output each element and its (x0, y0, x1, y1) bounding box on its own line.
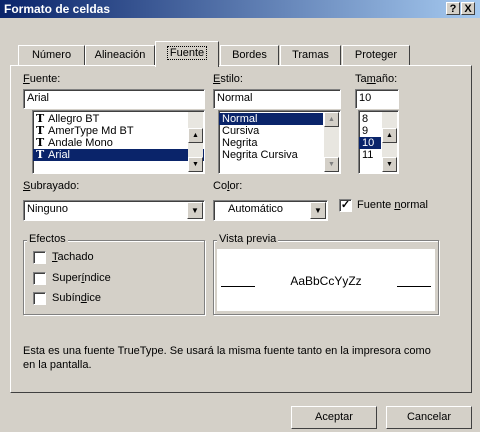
strikethrough-checkbox[interactable] (33, 251, 46, 264)
tab-label: Proteger (354, 49, 398, 61)
scroll-up-icon[interactable]: ▲ (382, 128, 397, 143)
tab-label: Alineación (94, 49, 146, 61)
cancel-button[interactable]: Cancelar (386, 406, 472, 429)
underline-label: Subrayado: (23, 180, 80, 192)
ok-button[interactable]: Aceptar (291, 406, 377, 429)
tab-alineacion[interactable]: Alineación (85, 45, 155, 66)
tab-numero[interactable]: Número (18, 45, 85, 66)
list-item[interactable]: Cursiva (219, 125, 340, 137)
list-item-selected[interactable]: 10 (359, 137, 381, 149)
subscript-label: Subíndice (52, 292, 101, 304)
info-text: Esta es una fuente TrueType. Se usará la… (23, 345, 431, 371)
chevron-down-icon[interactable]: ▼ (187, 202, 203, 219)
preview-legend: Vista previa (217, 233, 279, 245)
scroll-down-icon[interactable]: ▼ (382, 157, 397, 172)
tab-label: Fuente (166, 46, 208, 60)
size-list-scrollbar[interactable]: ▲ ▼ (382, 112, 397, 172)
normal-font-label: Fuente normal (357, 199, 428, 211)
effects-group (23, 240, 205, 315)
superscript-checkbox[interactable] (33, 272, 46, 285)
underline-value: Ninguno (27, 203, 68, 215)
truetype-icon: T (36, 148, 45, 161)
color-value: Automático (228, 203, 284, 215)
color-select[interactable]: Automático ▼ (213, 200, 328, 221)
size-list[interactable]: 8 9 10 11 ▲ ▼ (358, 110, 399, 174)
tab-fuente[interactable]: Fuente (155, 41, 219, 67)
list-item[interactable]: Negrita Cursiva (219, 149, 340, 161)
style-input[interactable]: Normal (213, 89, 341, 109)
scroll-up-icon[interactable]: ▲ (324, 112, 339, 127)
style-list-scrollbar[interactable]: ▲ ▼ (324, 112, 339, 172)
list-item[interactable]: T AmerType Md BT (33, 125, 204, 138)
tab-bordes[interactable]: Bordes (220, 45, 279, 66)
style-list[interactable]: Normal Cursiva Negrita Negrita Cursiva ▲… (218, 110, 341, 174)
chevron-down-icon[interactable]: ▼ (310, 202, 326, 219)
help-button[interactable]: ? (446, 2, 460, 15)
list-item[interactable]: Negrita (219, 137, 340, 149)
strikethrough-label: Tachado (52, 251, 94, 263)
effects-legend: Efectos (27, 233, 68, 245)
style-label: Estilo: (213, 73, 243, 85)
tab-tramas[interactable]: Tramas (280, 45, 341, 66)
font-input[interactable]: Arial (23, 89, 205, 109)
close-button[interactable]: X (461, 2, 475, 15)
scroll-down-icon[interactable]: ▼ (324, 157, 339, 172)
list-item-selected[interactable]: T Arial (33, 149, 204, 161)
tab-label: Bordes (232, 49, 267, 61)
font-list[interactable]: T Allegro BT T AmerType Md BT T Andale Mono… (32, 110, 205, 174)
color-label: Color: (213, 180, 243, 192)
font-label: Fuente: (23, 73, 61, 85)
list-item[interactable]: T Andale Mono (33, 137, 204, 150)
size-input[interactable]: 10 (355, 89, 399, 109)
normal-font-checkbox[interactable]: ✓ (339, 199, 352, 212)
list-item-selected[interactable]: Normal (219, 113, 323, 125)
tab-proteger[interactable]: Proteger (342, 45, 410, 66)
underline-select[interactable]: Ninguno ▼ (23, 200, 205, 221)
size-label: Tamaño: (355, 73, 398, 85)
font-list-scrollbar[interactable]: ▲ ▼ (188, 112, 203, 172)
list-item[interactable]: T Allegro BT (33, 113, 204, 126)
subscript-checkbox[interactable] (33, 292, 46, 305)
scroll-up-icon[interactable]: ▲ (188, 128, 203, 143)
scroll-down-icon[interactable]: ▼ (188, 157, 203, 172)
tab-label: Número (31, 49, 72, 61)
preview-box: AaBbCcYyZz (217, 249, 435, 311)
window-title: Formato de celdas (4, 2, 111, 16)
superscript-label: Superíndice (52, 272, 111, 284)
tab-label: Tramas (292, 49, 329, 61)
preview-sample: AaBbCcYyZz (290, 274, 362, 288)
